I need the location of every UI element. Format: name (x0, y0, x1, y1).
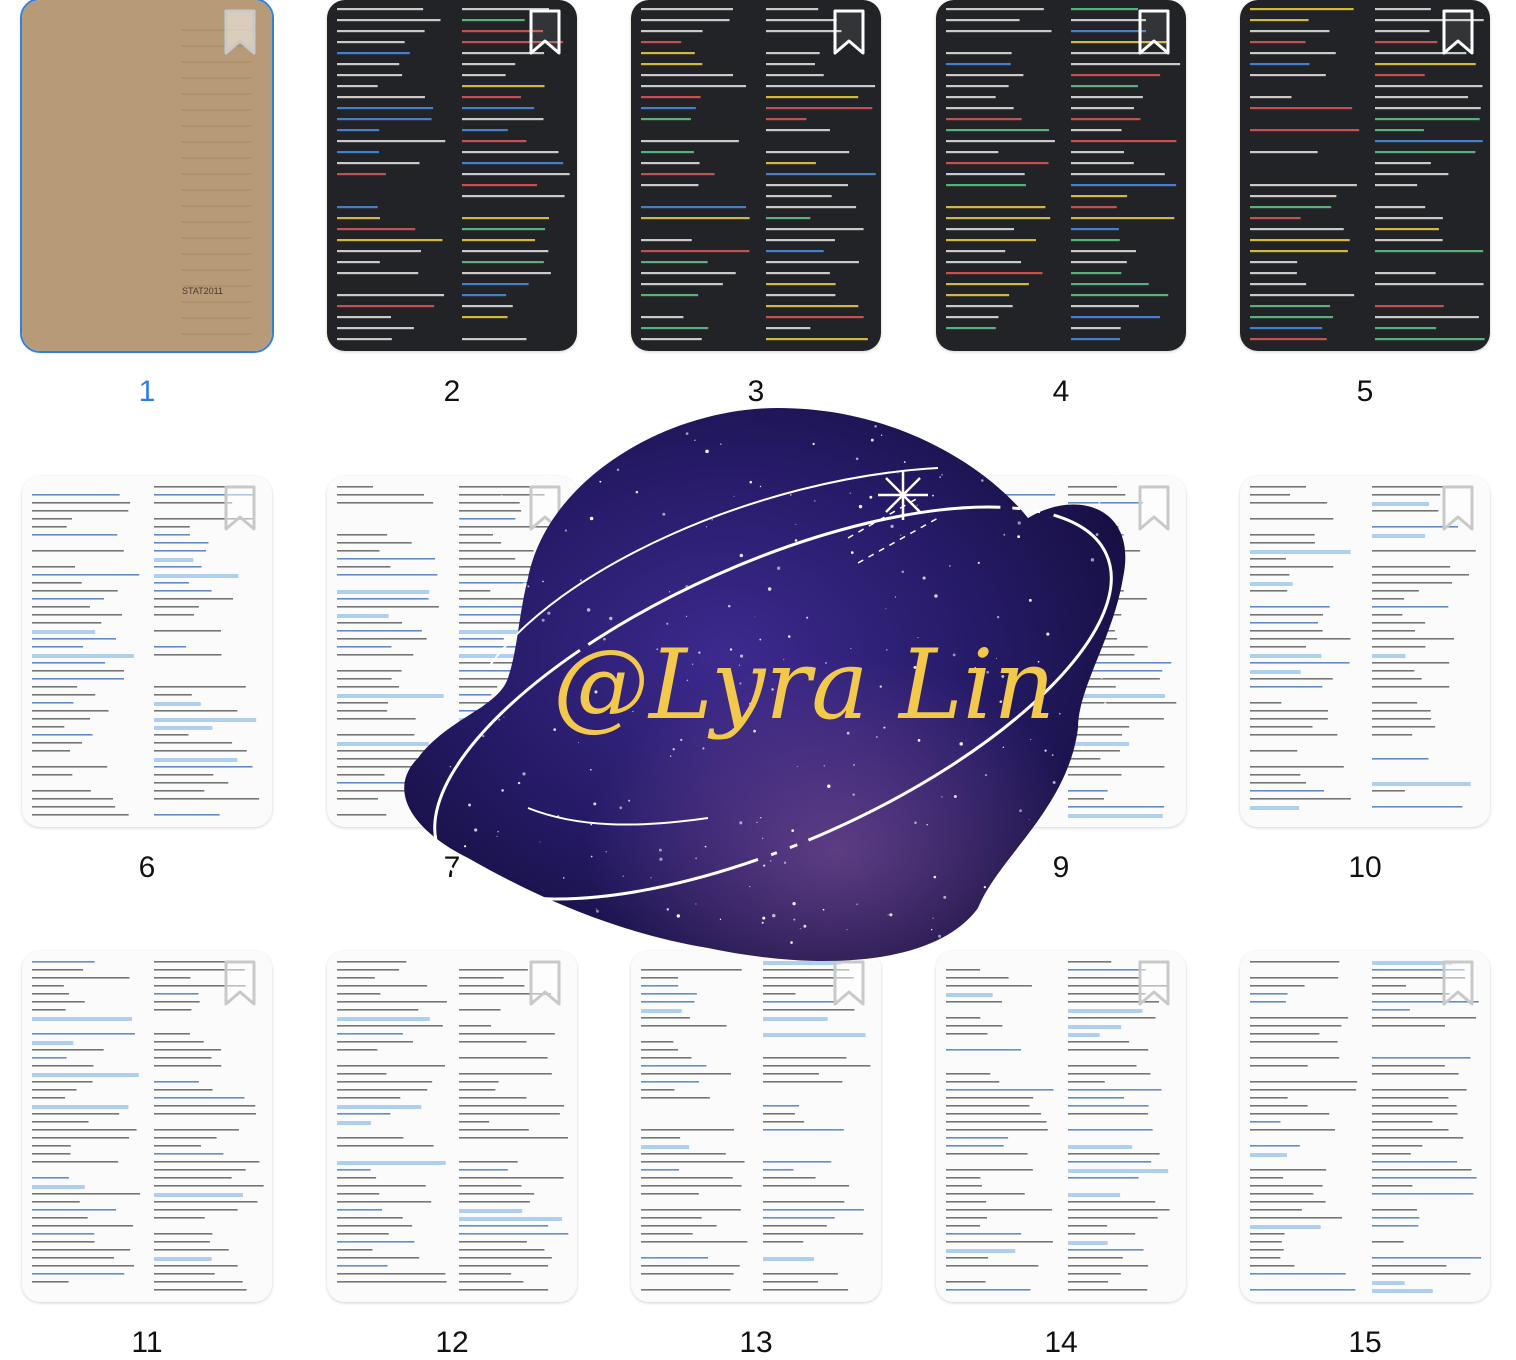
bookmark-icon[interactable] (1440, 8, 1476, 56)
page-number-label: 14 (1044, 1326, 1078, 1359)
page-number-label: 13 (739, 1326, 773, 1359)
page-number-label: 15 (1348, 1326, 1382, 1359)
page-preview[interactable]: STAT2011 (20, 0, 274, 353)
page-preview[interactable] (22, 951, 272, 1302)
page-number-label: 1 (138, 375, 156, 408)
page-preview[interactable] (1240, 476, 1490, 827)
bookmark-icon[interactable] (222, 8, 258, 56)
bookmark-icon[interactable] (222, 959, 258, 1007)
cover-label: STAT2011 (182, 286, 223, 296)
page-preview[interactable] (936, 0, 1186, 351)
page-preview[interactable] (1240, 951, 1490, 1302)
page-preview[interactable] (327, 0, 577, 351)
bookmark-icon[interactable] (1440, 484, 1476, 532)
page-preview[interactable] (327, 951, 577, 1302)
bookmark-icon[interactable] (1136, 8, 1172, 56)
page-number-label: 12 (435, 1326, 469, 1359)
page-number-label: 6 (138, 851, 156, 884)
watermark-text: @Lyra Lin (553, 629, 1055, 741)
watermark-planet-sticker: @Lyra Lin (378, 388, 1148, 968)
bookmark-icon[interactable] (831, 8, 867, 56)
page-number-label: 5 (1356, 375, 1374, 408)
page-preview[interactable] (631, 951, 881, 1302)
page-preview[interactable] (22, 476, 272, 827)
bookmark-icon[interactable] (222, 484, 258, 532)
bookmark-icon[interactable] (527, 8, 563, 56)
planet-icon: @Lyra Lin (404, 408, 1126, 961)
page-number-label: 11 (131, 1326, 163, 1359)
bookmark-icon[interactable] (1440, 959, 1476, 1007)
page-preview[interactable] (1240, 0, 1490, 351)
page-preview[interactable] (936, 951, 1186, 1302)
page-preview[interactable] (631, 0, 881, 351)
page-number-label: 10 (1348, 851, 1382, 884)
